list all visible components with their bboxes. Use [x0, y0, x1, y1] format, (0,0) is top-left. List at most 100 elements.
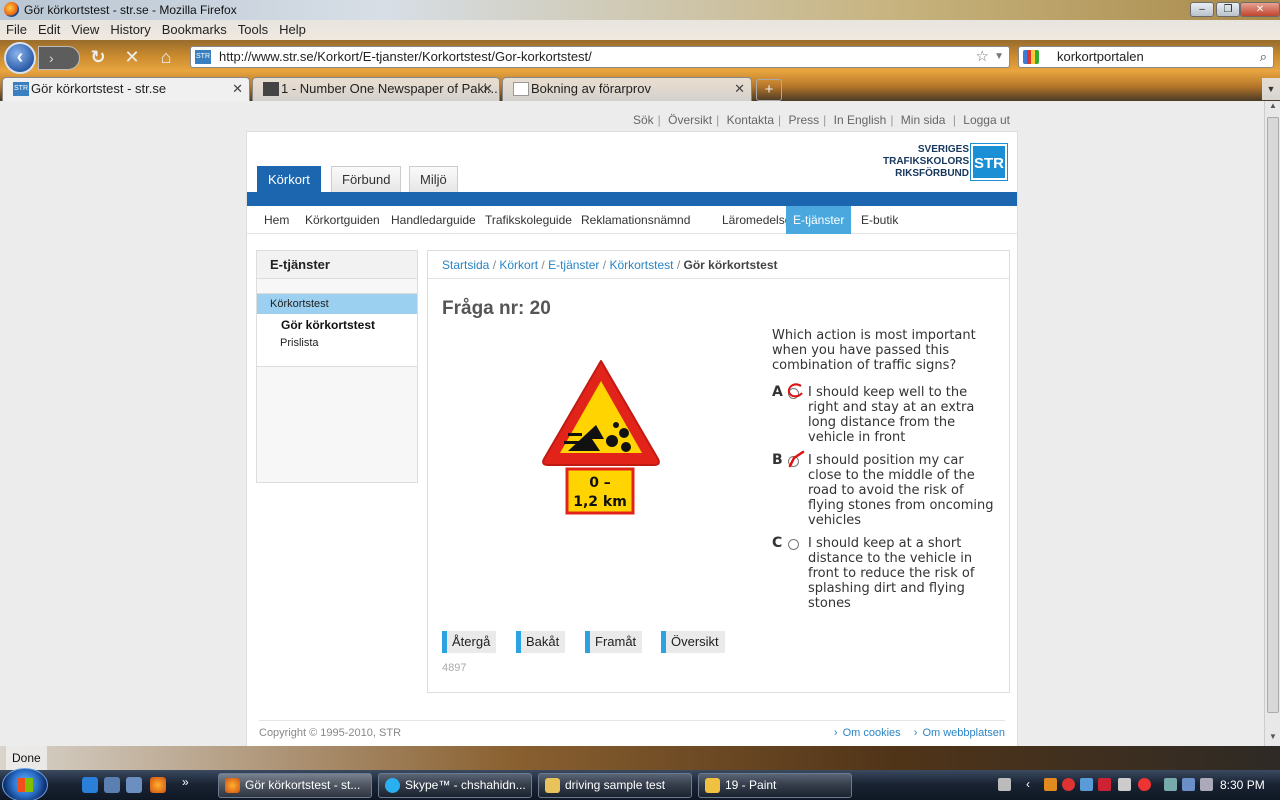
maximize-button[interactable]: ❐ — [1216, 2, 1240, 17]
link-om-cookies[interactable]: Om cookies — [843, 727, 901, 739]
url-dropdown-icon[interactable]: ▼ — [994, 47, 1004, 67]
taskbar-firefox[interactable]: Gör körkortstest - st... — [218, 773, 372, 798]
keyboard-icon[interactable] — [998, 778, 1011, 791]
tab-miljo[interactable]: Miljö — [409, 166, 458, 192]
menu-tools[interactable]: Tools — [232, 20, 273, 40]
link-kontakta[interactable]: Kontakta — [723, 113, 778, 127]
close-tab-icon[interactable]: ✕ — [734, 78, 745, 100]
answer-b[interactable]: B I should position my car close to the … — [772, 450, 994, 529]
link-sok[interactable]: Sök — [629, 113, 658, 127]
search-icon[interactable]: ⌕ — [1260, 47, 1267, 67]
tab-korkort[interactable]: Körkort — [257, 166, 321, 192]
link-oversikt[interactable]: Översikt — [664, 113, 716, 127]
tray-expand-icon[interactable]: ‹ — [1026, 778, 1039, 791]
volume-icon[interactable] — [1200, 778, 1213, 791]
antivirus-icon[interactable] — [1062, 778, 1075, 791]
tray-device-icon[interactable] — [1164, 778, 1177, 791]
reload-icon[interactable]: ↻ — [86, 46, 110, 70]
correct-circle-icon — [787, 383, 803, 398]
subnav-trafikskoleguide[interactable]: Trafikskoleguide — [478, 206, 579, 234]
menu-edit[interactable]: Edit — [32, 20, 65, 40]
back-button[interactable]: ‹ — [4, 42, 36, 74]
tray-alert-icon[interactable] — [1138, 778, 1151, 791]
subnav-hem[interactable]: Hem — [257, 206, 296, 234]
url-bar[interactable]: STR http://www.str.se/Korkort/E-tjanster… — [190, 46, 1010, 68]
sidebar-item-korkortstest[interactable]: Körkortstest — [257, 294, 417, 314]
subnav-reklamationsnamnd[interactable]: Reklamationsnämnd — [574, 206, 697, 234]
crumb-korkort[interactable]: Körkort — [499, 258, 538, 272]
scroll-thumb[interactable] — [1267, 117, 1279, 713]
crumb-korkortstest[interactable]: Körkortstest — [609, 258, 673, 272]
sign-plate-line2: 1,2 km — [573, 494, 627, 510]
link-om-webbplatsen[interactable]: Om webbplatsen — [922, 727, 1005, 739]
menu-file[interactable]: File — [0, 20, 32, 40]
paint-icon — [705, 778, 720, 793]
firefox-icon — [4, 2, 19, 17]
scroll-down-icon[interactable]: ▼ — [1265, 732, 1280, 746]
menu-bookmarks[interactable]: Bookmarks — [156, 20, 232, 40]
str-logo[interactable]: SVERIGES TRAFIKSKOLORS RIKSFÖRBUND STR — [883, 143, 1008, 181]
subnav-handledarguide[interactable]: Handledarguide — [384, 206, 483, 234]
new-tab-button[interactable]: + — [756, 79, 782, 101]
google-icon[interactable] — [1023, 50, 1039, 64]
taskbar-skype[interactable]: Skype™ - chshahidn... — [378, 773, 532, 798]
taskbar-word[interactable]: driving sample test — [538, 773, 692, 798]
taskbar-paint[interactable]: 19 - Paint — [698, 773, 852, 798]
home-icon[interactable]: ⌂ — [154, 46, 178, 70]
copyright: Copyright © 1995-2010, STR — [259, 727, 402, 739]
printer-icon[interactable] — [1118, 778, 1131, 791]
forward-button[interactable]: › — [38, 46, 80, 70]
button-oversikt[interactable]: Översikt — [661, 631, 725, 653]
close-tab-icon[interactable]: ✕ — [482, 78, 493, 100]
close-tab-icon[interactable]: ✕ — [232, 78, 243, 100]
tray-tool-icon[interactable] — [1098, 778, 1111, 791]
show-desktop-icon[interactable] — [104, 777, 120, 793]
search-bar[interactable]: korkortportalen ⌕ — [1018, 46, 1274, 68]
button-framat[interactable]: Framåt — [585, 631, 643, 653]
link-min-sida[interactable]: Min sida — [897, 113, 950, 127]
answer-c[interactable]: C I should keep at a short distance to t… — [772, 536, 994, 612]
close-window-button[interactable]: ✕ — [1240, 2, 1280, 17]
menu-help[interactable]: Help — [273, 20, 311, 40]
subnav-korkortguiden[interactable]: Körkortguiden — [298, 206, 387, 234]
tab-bokning[interactable]: Bokning av förarprov ✕ — [502, 77, 752, 101]
logo-mark: STR — [970, 143, 1008, 181]
button-bakat[interactable]: Bakåt — [516, 631, 566, 653]
ie-icon[interactable] — [82, 777, 98, 793]
link-logga-ut[interactable]: Logga ut — [959, 113, 1014, 127]
start-button[interactable] — [2, 768, 48, 800]
firefox-icon — [225, 778, 240, 793]
bookmark-star-icon[interactable]: ☆ — [976, 47, 989, 67]
button-atergå[interactable]: Återgå — [442, 631, 497, 653]
firefox-quicklaunch-icon[interactable] — [150, 777, 166, 793]
tab-list-button[interactable]: ▼ — [1262, 78, 1280, 100]
folder-icon — [545, 778, 560, 793]
sidebar-item-prislista[interactable]: Prislista — [257, 334, 417, 352]
network-icon[interactable] — [1182, 778, 1195, 791]
wrong-check-icon — [788, 450, 805, 468]
sidebar-item-gor-korkortstest[interactable]: Gör körkortstest — [257, 316, 417, 334]
question-text: Which action is most important when you … — [772, 328, 976, 373]
link-in-english[interactable]: In English — [830, 113, 891, 127]
link-press[interactable]: Press — [784, 113, 823, 127]
minimize-button[interactable]: – — [1190, 2, 1214, 17]
scroll-up-icon[interactable]: ▲ — [1265, 101, 1280, 115]
stop-icon[interactable]: ✕ — [120, 46, 144, 70]
subnav-e-tjanster[interactable]: E-tjänster — [786, 206, 852, 234]
quicklaunch-more-icon[interactable]: » — [182, 775, 189, 789]
answer-radio-c[interactable] — [788, 539, 799, 550]
menu-view[interactable]: View — [65, 20, 104, 40]
subnav-e-butik[interactable]: E-butik — [854, 206, 905, 234]
vertical-scrollbar[interactable]: ▲ ▼ — [1264, 101, 1280, 746]
clock[interactable]: 8:30 PM — [1220, 770, 1265, 800]
answer-a[interactable]: A I should keep well to the right and st… — [772, 383, 994, 445]
tab-gor-korkortstest[interactable]: STR Gör körkortstest - str.se ✕ — [2, 77, 250, 101]
messenger-icon[interactable] — [1080, 778, 1093, 791]
tray-app-icon[interactable] — [1044, 778, 1057, 791]
switch-windows-icon[interactable] — [126, 777, 142, 793]
tab-newspaper[interactable]: 1 - Number One Newspaper of Paki... ✕ — [252, 77, 500, 101]
crumb-startsida[interactable]: Startsida — [442, 258, 489, 272]
menu-history[interactable]: History — [104, 20, 155, 40]
tab-forbund[interactable]: Förbund — [331, 166, 402, 192]
crumb-e-tjanster[interactable]: E-tjänster — [548, 258, 599, 272]
